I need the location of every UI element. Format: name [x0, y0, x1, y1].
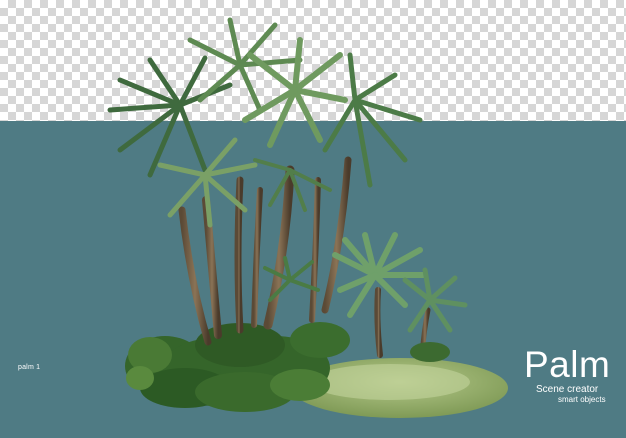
fan-palms	[263, 232, 468, 333]
brand-tagline: smart objects	[558, 395, 606, 404]
brand-block: Palm Scene creator smart objects	[524, 344, 624, 405]
palm-crowns	[107, 17, 423, 228]
image-label: palm 1	[18, 364, 41, 371]
brand-title: Palm	[524, 344, 611, 385]
brand-subtitle: Scene creator	[536, 384, 599, 395]
